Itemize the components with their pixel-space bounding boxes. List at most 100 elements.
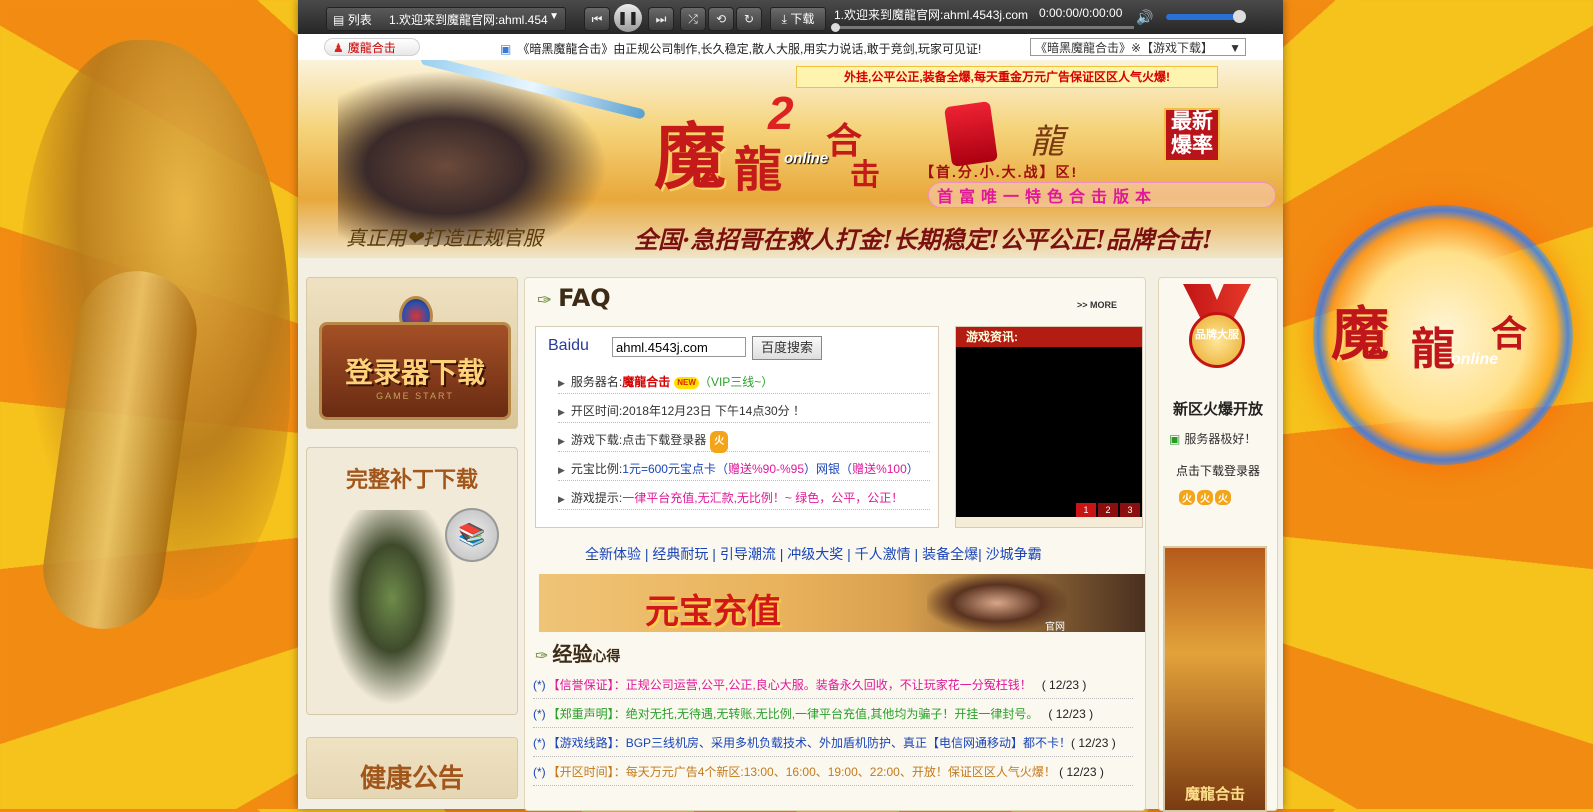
track-select-value: 1.欢迎来到魔龍官网:ahml.454 [389, 13, 548, 27]
progress-bar[interactable] [831, 23, 1134, 32]
monitor-icon: ▣ [1169, 432, 1181, 446]
login-download-box[interactable]: 登录器下载 GAME START [306, 277, 518, 429]
patch-download-box[interactable]: 完整补丁下载 📚 [306, 447, 518, 715]
news-slideshow[interactable] [956, 347, 1142, 517]
side-logo-char: 合 [1491, 313, 1528, 355]
download-link[interactable]: 点击下载登录器 [622, 433, 706, 447]
new-server-heading: 新区火爆开放 [1172, 401, 1263, 418]
experience-item[interactable]: (*) 【开区时间】：每天万元广告4个新区:13:00、16:00、19:00、2… [533, 759, 1133, 786]
banner-notice: 外挂,公平公正,装备全爆,每天重金万元广告保证区区人气火爆! [796, 66, 1218, 88]
server-status: ▣ 服务器极好！ [1169, 432, 1257, 446]
info-line-server: ▶ 服务器名:魔龍合击 NEW （VIP三线~） [558, 371, 930, 394]
news-page-button[interactable]: 2 [1098, 503, 1118, 517]
brand-medal: 品牌大服 [1179, 284, 1255, 380]
archive-icon[interactable]: 📚 [445, 508, 499, 562]
arrow-icon: ▶ [558, 378, 565, 388]
banner-sub2: 首富唯一特色合击版本 [928, 182, 1276, 208]
recharge-banner[interactable]: 元宝充值 官网 [539, 574, 1145, 633]
play-pause-button[interactable]: ❚❚ [614, 4, 642, 32]
experience-item[interactable]: (*) 【信誉保证】：正规公司运营,公平,公正,良心大服。装备永久回收，不让玩家花… [533, 672, 1133, 699]
news-pager: 123 [1074, 502, 1140, 517]
dragon-script: 龍 [1030, 122, 1064, 162]
next-icon: ⏭ [655, 12, 667, 26]
login-download-button[interactable]: 登录器下载 GAME START [319, 322, 511, 420]
banner-right-slogan: 全国·急招哥在救人打金!长期稳定!公平公正!品牌合击! [634, 225, 1213, 254]
health-notice-box[interactable]: 健康公告 [306, 737, 518, 799]
repeat-icon: ⟲ [715, 12, 727, 26]
health-title: 健康公告 [359, 764, 464, 794]
arrow-icon: ▶ [558, 494, 565, 504]
news-box: 游戏资讯: 123 [955, 326, 1143, 528]
prev-button[interactable]: ⏮ [584, 7, 610, 31]
fire-badge: 火 [1215, 490, 1231, 505]
progress-knob[interactable] [831, 23, 840, 32]
logo-char: 魔 [654, 114, 727, 199]
play-time: 0:00:00/0:00:00 [1039, 6, 1123, 20]
main-page: ▤ 列表 1.欢迎来到魔龍官网:ahml.454 ▼ ⏮ ❚❚ ⏭ ⤮ ⟲ ↻ … [298, 0, 1283, 812]
experience-heading: ✑ 经验心得 [535, 644, 621, 666]
fire-badge: 火 [710, 431, 729, 453]
side-logo[interactable]: 魔 龍 合 online [1313, 205, 1573, 465]
music-player: ▤ 列表 1.欢迎来到魔龍官网:ahml.454 ▼ ⏮ ❚❚ ⏭ ⤮ ⟲ ↻ … [298, 0, 1283, 34]
chevron-down-icon: ▼ [549, 11, 559, 22]
download-launcher-link[interactable]: 点击下载登录器 [1159, 462, 1277, 479]
game-tab[interactable]: ♟ 魔龍合击 [324, 38, 420, 56]
server-info-box: Baidu 百度搜索 ▶服务器名:魔龍合击NEW（VIP三线~） ▶开区时间:2… [535, 326, 939, 528]
download-icon: ⤓ [781, 12, 787, 26]
info-line-tip: ▶ 游戏提示:一律平台充值,无汇款,无比例！~ 绿色，公平，公正！ [558, 487, 930, 510]
list-icon: ▤ [333, 13, 345, 27]
news-page-button[interactable]: 1 [1076, 503, 1096, 517]
new-badge: NEW [674, 376, 699, 389]
hero-banner: 外挂,公平公正,装备全爆,每天重金万元广告保证区区人气火爆! 魔 2 龍 onl… [298, 60, 1283, 258]
right-column: 品牌大服 新区火爆开放 ▣ 服务器极好！ 点击下载登录器 火火火 魔龍合击 [1158, 277, 1278, 812]
next-button[interactable]: ⏭ [648, 7, 674, 31]
patch-title: 完整补丁下载 [345, 467, 478, 493]
pause-icon: ❚❚ [617, 10, 639, 25]
experience-item[interactable]: (*) 【游戏线路】：BGP三线机房、采用多机负载技术、外加盾机防护、真正【电信网… [533, 730, 1133, 757]
side-logo-char: 龍 [1411, 324, 1455, 375]
info-icon: ▣ [500, 42, 512, 56]
loop-one-button[interactable]: ↻ [736, 7, 762, 31]
marquee-text: ▣ 《暗黑魔龍合击》由正规公司制作,长久稳定,散人大服,用实力说话,敢于竞剑,玩家… [500, 42, 982, 56]
volume-slider[interactable] [1166, 10, 1246, 23]
feather-icon: ✑ [535, 648, 549, 665]
site-select[interactable]: 《暗黑魔龍合击》※【游戏下载】 ▼ [1030, 38, 1246, 56]
info-line-open-time: ▶ 开区时间:2018年12月23日 下午14点30分 ！ [558, 400, 930, 423]
volume-icon[interactable]: 🔊 [1136, 9, 1153, 26]
center-panel: ✑FAQ >> MORE Baidu 百度搜索 ▶服务器名:魔龍合击NEW（VI… [524, 277, 1146, 811]
news-page-button[interactable]: 3 [1120, 503, 1140, 517]
baidu-logo: Baidu [548, 337, 589, 354]
search-input[interactable] [612, 337, 746, 357]
repeat-button[interactable]: ⟲ [708, 7, 734, 31]
drop-rate-badge: 最新爆率 [1164, 108, 1220, 162]
prev-icon: ⏮ [591, 12, 603, 26]
shuffle-icon: ⤮ [688, 12, 698, 26]
playlist-select[interactable]: ▤ 列表 1.欢迎来到魔龍官网:ahml.454 ▼ [326, 7, 566, 31]
baidu-search-button[interactable]: 百度搜索 [752, 336, 822, 360]
download-button[interactable]: ⤓ 下载 [770, 7, 826, 31]
banner-sub1: 【首.分.小.大.战】区! [920, 164, 1079, 180]
now-playing: 1.欢迎来到魔龍官网:ahml.4543j.com [834, 8, 1029, 22]
user-icon: ♟ [333, 41, 344, 55]
volume-knob[interactable] [1233, 10, 1246, 23]
arrow-icon: ▶ [558, 436, 565, 446]
side-logo-online: online [1451, 351, 1499, 368]
chevron-down-icon: ▼ [1229, 41, 1241, 55]
dragon-ad[interactable]: 魔龍合击 [1163, 546, 1267, 812]
left-dragon-art [20, 40, 290, 637]
fire-badges: 火火火 [1179, 490, 1233, 505]
feature-tagline: 全新体验 | 经典耐玩 | 引导潮流 | 冲级大奖 | 千人激情 | 装备全爆|… [585, 546, 1042, 562]
logo-char: 龍 [734, 142, 783, 198]
info-line-ratio: ▶ 元宝比例:1元=600元宝点卡（赠送%90-%95）网银（赠送%100） [558, 458, 930, 481]
feather-icon: ✑ [537, 290, 553, 311]
dragon-ad-caption: 魔龍合击 [1184, 785, 1245, 803]
news-title: 游戏资讯: [956, 327, 1142, 347]
list-button[interactable]: ▤ 列表 [333, 11, 372, 28]
info-line-download[interactable]: ▶ 游戏下载:点击下载登录器火 [558, 429, 930, 453]
login-download-sub: GAME START [376, 391, 454, 401]
more-link[interactable]: >> MORE [1077, 300, 1117, 310]
banner-left-slogan: 真正用❤打造正规官服 [346, 226, 543, 250]
shuffle-button[interactable]: ⤮ [680, 7, 706, 31]
logo-char: 击 [850, 158, 880, 193]
experience-item[interactable]: (*) 【郑重声明】：绝对无托,无待遇,无转账,无比例,一律平台充值,其他均为骗子… [533, 701, 1133, 728]
